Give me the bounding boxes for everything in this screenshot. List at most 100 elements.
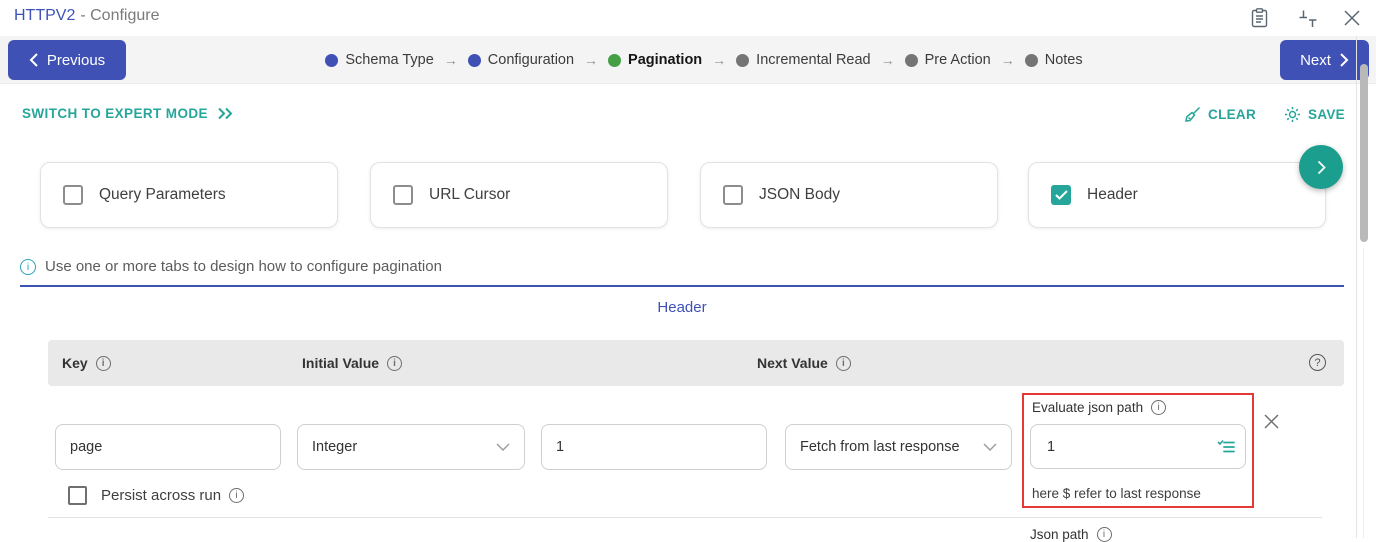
chevron-down-icon xyxy=(983,443,997,451)
checkbox-unchecked-icon[interactable] xyxy=(68,486,87,505)
double-chevron-right-icon xyxy=(217,107,234,120)
checkbox-unchecked-icon[interactable] xyxy=(63,185,83,205)
app-name: HTTPV2 xyxy=(14,7,76,24)
tab-card-label: URL Cursor xyxy=(429,186,511,203)
chevron-right-icon xyxy=(1317,160,1326,175)
checkbox-unchecked-icon[interactable] xyxy=(723,185,743,205)
info-icon[interactable] xyxy=(229,488,245,503)
column-header-key: Key xyxy=(62,340,111,386)
step-pagination[interactable]: Pagination xyxy=(608,52,702,68)
tab-card-header[interactable]: Header xyxy=(1028,162,1326,228)
column-label: Initial Value xyxy=(302,355,380,371)
info-icon[interactable] xyxy=(835,355,851,371)
step-dot-icon xyxy=(1024,53,1038,67)
step-label: Schema Type xyxy=(345,52,434,68)
step-dot-icon xyxy=(467,53,481,67)
json-path-picker-icon[interactable] xyxy=(1217,439,1235,455)
info-icon xyxy=(1096,527,1112,542)
scroll-tabs-right-button[interactable] xyxy=(1299,145,1343,189)
arrow-separator-icon: → xyxy=(584,52,599,68)
window-title: HTTPV2- Configure xyxy=(14,7,160,25)
next-value-mode-select[interactable]: Fetch from last response xyxy=(785,424,1012,470)
arrow-separator-icon: → xyxy=(443,52,458,68)
switch-to-expert-mode-link[interactable]: SWITCH TO EXPERT MODE xyxy=(22,106,234,121)
save-button[interactable]: SAVE xyxy=(1284,106,1345,123)
persist-label-text: Persist across run xyxy=(101,487,222,504)
remove-row-icon[interactable] xyxy=(1261,411,1281,431)
row-divider xyxy=(48,517,1322,518)
step-notes[interactable]: Notes xyxy=(1024,52,1083,68)
arrow-separator-icon: → xyxy=(1000,52,1015,68)
step-label: Pagination xyxy=(628,52,703,68)
tab-card-label: JSON Body xyxy=(759,186,840,203)
partial-label-text: Json path xyxy=(1030,527,1089,542)
previous-button[interactable]: Previous xyxy=(8,40,126,80)
wizard-steps: Schema Type → Configuration → Pagination… xyxy=(134,36,1274,84)
clear-button[interactable]: CLEAR xyxy=(1184,106,1256,123)
info-icon xyxy=(20,258,36,275)
json-path-hint-text: here $ refer to last response xyxy=(1032,486,1201,501)
evaluate-json-path-label: Evaluate json path xyxy=(1032,400,1144,415)
step-dot-icon xyxy=(904,53,918,67)
step-incremental-read[interactable]: Incremental Read xyxy=(736,52,871,68)
step-pre-action[interactable]: Pre Action xyxy=(904,52,991,68)
tab-card-label: Query Parameters xyxy=(99,186,226,203)
info-icon[interactable] xyxy=(95,355,111,371)
tab-card-query-parameters[interactable]: Query Parameters xyxy=(40,162,338,228)
step-label: Notes xyxy=(1044,52,1083,68)
evaluate-json-path-label-row: Evaluate json path xyxy=(1032,400,1167,415)
scrollbar-track-border xyxy=(1356,36,1357,538)
info-icon[interactable] xyxy=(1151,400,1167,415)
close-icon[interactable] xyxy=(1341,7,1363,29)
chevron-down-icon xyxy=(496,443,510,451)
help-icon[interactable] xyxy=(1309,354,1326,371)
table-header-row: Key Initial Value Next Value xyxy=(48,340,1344,386)
initial-value-type-select[interactable]: Integer xyxy=(297,424,525,470)
scrollbar-track-line xyxy=(1363,248,1364,538)
checkbox-unchecked-icon[interactable] xyxy=(393,185,413,205)
window-subtitle: - Configure xyxy=(80,7,160,24)
info-icon[interactable] xyxy=(387,355,403,371)
evaluate-json-path-field[interactable] xyxy=(1030,424,1246,469)
pagination-info-banner: Use one or more tabs to design how to co… xyxy=(20,258,442,275)
step-dot-icon xyxy=(608,53,622,67)
scrollbar-thumb[interactable] xyxy=(1360,64,1368,242)
next-button-label: Next xyxy=(1300,51,1331,69)
selected-value: Integer xyxy=(312,439,358,455)
checkbox-checked-icon[interactable] xyxy=(1051,185,1071,205)
active-tab-header[interactable]: Header xyxy=(20,299,1344,316)
initial-value-input[interactable] xyxy=(541,424,767,470)
collapse-icon[interactable] xyxy=(1297,7,1319,29)
chevron-right-icon xyxy=(1340,53,1349,67)
step-dot-icon xyxy=(736,53,750,67)
key-input[interactable] xyxy=(55,424,281,470)
column-label: Next Value xyxy=(757,355,828,371)
tab-divider xyxy=(20,285,1344,287)
info-banner-text: Use one or more tabs to design how to co… xyxy=(45,258,442,275)
column-label: Key xyxy=(62,355,88,371)
previous-button-label: Previous xyxy=(46,51,106,69)
tab-card-label: Header xyxy=(1087,186,1138,203)
step-label: Incremental Read xyxy=(756,52,871,68)
tab-card-url-cursor[interactable]: URL Cursor xyxy=(370,162,668,228)
evaluate-json-path-input[interactable] xyxy=(1045,437,1217,456)
column-header-initial-value: Initial Value xyxy=(302,340,403,386)
evaluate-json-path-highlight-box: Evaluate json path here $ refer to last … xyxy=(1022,393,1254,508)
column-header-next-value: Next Value xyxy=(757,340,851,386)
expert-mode-label: SWITCH TO EXPERT MODE xyxy=(22,106,208,121)
tab-card-json-body[interactable]: JSON Body xyxy=(700,162,998,228)
arrow-separator-icon: → xyxy=(880,52,895,68)
clipboard-icon[interactable] xyxy=(1248,7,1270,29)
next-row-json-path-label: Json path xyxy=(1030,527,1112,542)
selected-value: Fetch from last response xyxy=(800,439,960,455)
step-schema-type[interactable]: Schema Type xyxy=(325,52,434,68)
window-titlebar: HTTPV2- Configure xyxy=(0,0,1376,34)
step-configuration[interactable]: Configuration xyxy=(467,52,575,68)
chevron-left-icon xyxy=(29,53,38,67)
step-label: Configuration xyxy=(487,52,575,68)
step-dot-icon xyxy=(325,53,339,67)
save-button-label: SAVE xyxy=(1308,107,1345,122)
persist-across-run-option[interactable]: Persist across run xyxy=(68,486,245,505)
broom-icon xyxy=(1184,106,1201,123)
step-label: Pre Action xyxy=(924,52,991,68)
